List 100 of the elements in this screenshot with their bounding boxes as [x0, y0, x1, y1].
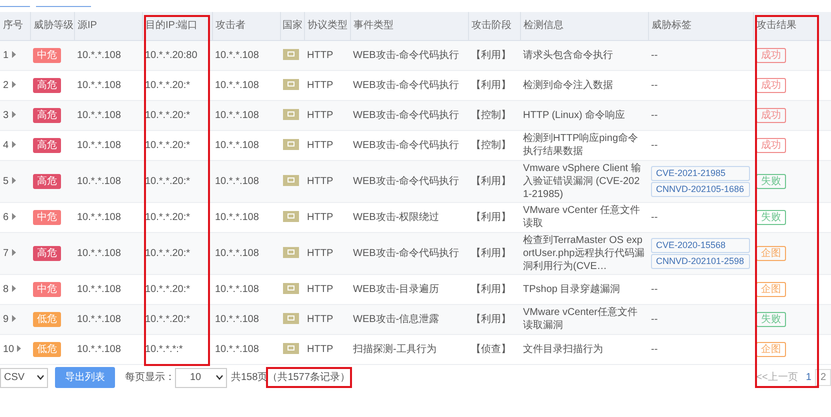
attack-stage: 【控制】 — [471, 110, 511, 120]
destination-ip: 10.*.*.20:* — [145, 284, 190, 294]
attack-result-tag: 企图 — [756, 342, 786, 356]
event-type: WEB攻击-命令代码执行 — [353, 140, 460, 150]
attacker-ip: 10.*.*.108 — [215, 212, 259, 222]
threat-tag[interactable]: CNNVD-202101-2598 — [651, 254, 750, 268]
column-header: 威胁等级 — [30, 12, 74, 40]
threat-tag-empty: -- — [651, 284, 658, 294]
protocol-text: HTTP — [307, 140, 334, 150]
threat-tag[interactable]: CVE-2020-15568 — [651, 238, 750, 252]
expand-caret-icon[interactable] — [12, 81, 16, 88]
column-header: 序号 — [0, 12, 30, 40]
attack-stage: 【利用】 — [471, 80, 511, 90]
detection-info: Vmware vSphere Client 输入验证错误漏洞 (CVE-2021-21985) — [523, 162, 641, 200]
expand-caret-icon[interactable] — [12, 285, 16, 292]
source-ip: 10.*.*.108 — [77, 344, 121, 354]
threat-level-tag: 高危 — [33, 78, 61, 92]
attack-stage: 【侦查】 — [471, 344, 511, 354]
row-number: 1 — [3, 50, 9, 60]
attack-stage: 【利用】 — [471, 248, 511, 258]
row-number: 9 — [3, 314, 9, 324]
threat-tag-empty: -- — [651, 344, 658, 354]
page-count: 共158页 — [231, 370, 268, 385]
detection-info: TPshop 目录穿越漏洞 — [523, 284, 620, 294]
export-button[interactable]: 导出列表 — [55, 367, 115, 388]
attacker-ip: 10.*.*.108 — [215, 176, 259, 186]
protocol-text: HTTP — [307, 248, 334, 258]
threat-level-tag: 中危 — [33, 282, 61, 296]
threat-tag[interactable]: CVE-2021-21985 — [651, 166, 750, 180]
threat-level-tag: 中危 — [33, 48, 61, 62]
threat-tag[interactable]: CNNVD-202105-1686 — [651, 182, 750, 196]
expand-caret-icon[interactable] — [12, 315, 16, 322]
protocol-text: HTTP — [307, 176, 334, 186]
expand-caret-icon[interactable] — [12, 51, 16, 58]
event-type: WEB攻击-命令代码执行 — [353, 50, 460, 60]
attacker-ip: 10.*.*.108 — [215, 344, 259, 354]
expand-caret-icon[interactable] — [12, 177, 16, 184]
attack-result-tag: 失败 — [756, 312, 786, 326]
row-number: 8 — [3, 284, 9, 294]
column-header: 国家 — [280, 12, 304, 40]
attack-result-tag: 成功 — [756, 78, 786, 92]
flag-icon — [283, 343, 299, 354]
threat-tag-empty: -- — [651, 80, 658, 90]
threat-tag-empty: -- — [651, 314, 658, 324]
dropdown-caret-icon[interactable] — [37, 375, 44, 380]
destination-ip: 10.*.*.20:* — [145, 140, 190, 150]
source-ip: 10.*.*.108 — [77, 176, 121, 186]
source-ip: 10.*.*.108 — [77, 248, 121, 258]
page-link[interactable]: 1 — [802, 370, 816, 385]
protocol-text: HTTP — [307, 344, 334, 354]
flag-icon — [283, 139, 299, 150]
protocol-text: HTTP — [307, 110, 334, 120]
threat-tag-empty: -- — [651, 110, 658, 120]
flag-icon — [283, 283, 299, 294]
flag-icon — [283, 109, 299, 120]
export-format-select[interactable]: CSV — [0, 368, 48, 388]
page-link[interactable]: 2 — [815, 369, 831, 386]
detection-info: 检测到HTTP响应ping命令执行结果数据 — [523, 133, 638, 157]
protocol-text: HTTP — [307, 80, 334, 90]
detection-info: 请求头包含命令执行 — [523, 50, 613, 60]
attack-result-tag: 企图 — [756, 246, 786, 260]
destination-ip: 10.*.*.*:* — [145, 344, 183, 354]
column-header: 攻击者 — [212, 12, 280, 40]
attacker-ip: 10.*.*.108 — [215, 110, 259, 120]
attack-result-tag: 企图 — [756, 282, 786, 296]
attack-result-tag: 失败 — [756, 174, 786, 188]
attack-result-tag: 成功 — [756, 108, 786, 122]
expand-caret-icon[interactable] — [17, 345, 22, 352]
detection-info: 文件目录扫描行为 — [523, 344, 603, 354]
source-ip: 10.*.*.108 — [77, 80, 121, 90]
protocol-text: HTTP — [307, 284, 334, 294]
attack-stage: 【利用】 — [471, 314, 511, 324]
detection-info: VMware vCenter 任意文件读取 — [523, 205, 640, 229]
expand-caret-icon[interactable] — [12, 213, 16, 220]
protocol-text: HTTP — [307, 50, 334, 60]
source-ip: 10.*.*.108 — [77, 50, 121, 60]
event-type: 扫描探测-工具行为 — [353, 344, 436, 354]
threat-level-tag: 低危 — [33, 312, 61, 326]
column-header: 检测信息 — [520, 12, 648, 40]
column-header: 协议类型 — [304, 12, 350, 40]
attacker-ip: 10.*.*.108 — [215, 248, 259, 258]
attack-result-tag: 成功 — [756, 48, 786, 62]
dropdown-caret-icon[interactable] — [216, 375, 223, 380]
event-type: WEB攻击-目录遍历 — [353, 284, 440, 294]
attacker-ip: 10.*.*.108 — [215, 50, 259, 60]
expand-caret-icon[interactable] — [12, 141, 16, 148]
source-ip: 10.*.*.108 — [77, 212, 121, 222]
page-size-select[interactable]: 10 — [175, 368, 227, 388]
flag-icon — [283, 49, 299, 60]
attack-stage: 【利用】 — [471, 176, 511, 186]
column-header: 源IP — [74, 12, 142, 40]
destination-ip: 10.*.*.20:* — [145, 248, 190, 258]
protocol-text: HTTP — [307, 314, 334, 324]
source-ip: 10.*.*.108 — [77, 314, 121, 324]
attack-stage: 【利用】 — [471, 284, 511, 294]
expand-caret-icon[interactable] — [12, 111, 16, 118]
row-number: 5 — [3, 176, 9, 186]
event-type: WEB攻击-命令代码执行 — [353, 248, 460, 258]
expand-caret-icon[interactable] — [12, 249, 16, 256]
attack-result-tag: 成功 — [756, 138, 786, 152]
